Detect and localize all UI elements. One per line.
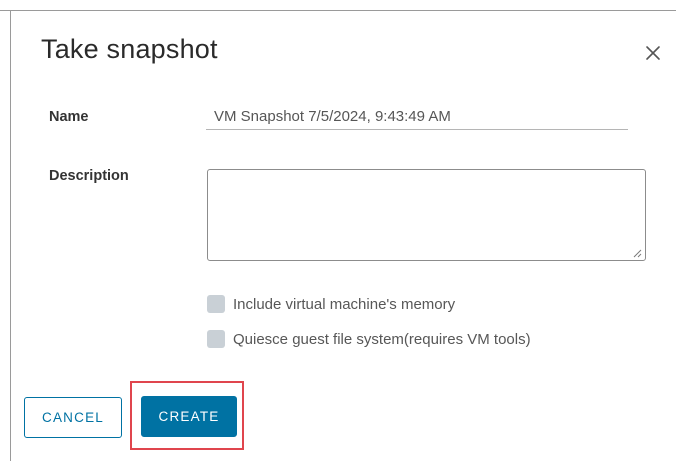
quiesce-label: Quiesce guest file system(requires VM to…: [233, 330, 531, 348]
cancel-button[interactable]: CANCEL: [24, 397, 122, 438]
quiesce-option[interactable]: Quiesce guest file system(requires VM to…: [207, 329, 531, 349]
description-input[interactable]: [207, 169, 646, 261]
name-label: Name: [49, 109, 89, 125]
include-memory-label: Include virtual machine's memory: [233, 295, 456, 313]
take-snapshot-dialog: Take snapshot Name Description Include v…: [0, 0, 676, 461]
close-button[interactable]: [642, 42, 666, 66]
dialog-edge-top: [0, 10, 676, 11]
dialog-edge-left: [10, 10, 11, 461]
resize-handle-icon[interactable]: [632, 248, 642, 258]
description-label: Description: [49, 168, 129, 184]
dialog-title: Take snapshot: [41, 34, 218, 64]
include-memory-checkbox[interactable]: [207, 295, 225, 313]
name-input[interactable]: [206, 104, 628, 130]
include-memory-option[interactable]: Include virtual machine's memory: [207, 294, 455, 314]
close-icon: [646, 46, 660, 60]
quiesce-checkbox[interactable]: [207, 330, 225, 348]
create-button[interactable]: CREATE: [141, 396, 237, 437]
